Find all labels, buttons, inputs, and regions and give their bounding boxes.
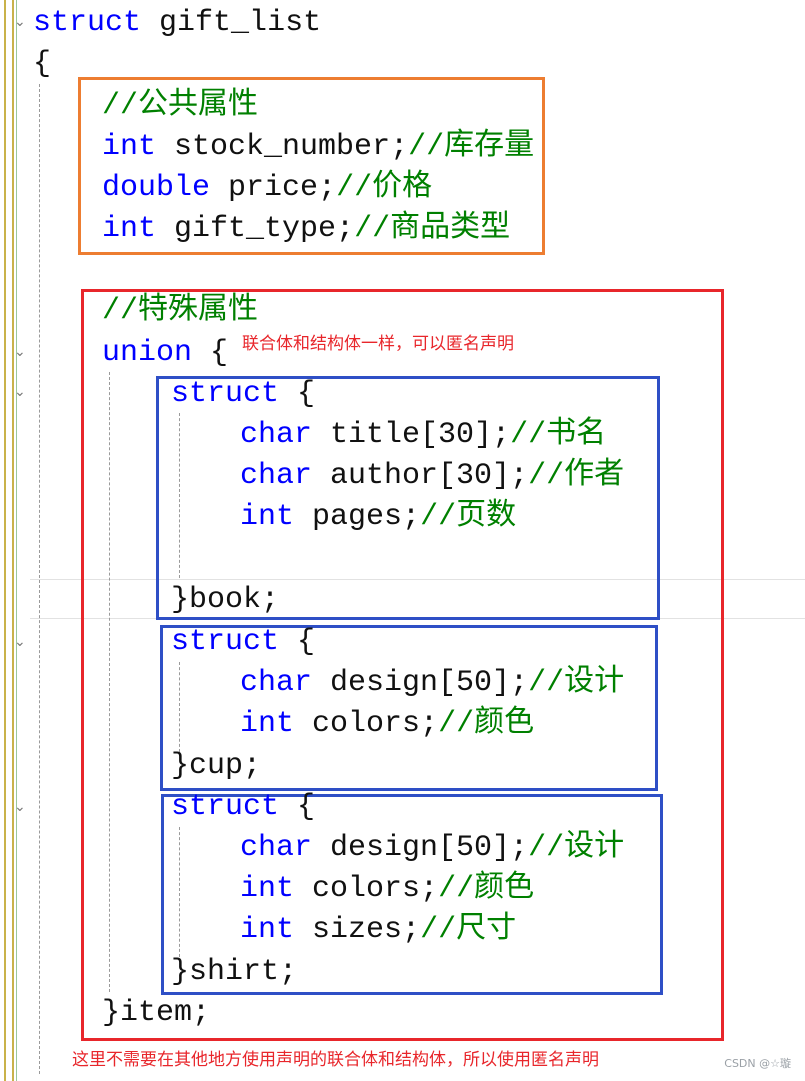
public-comment-line[interactable]: //公共属性 (102, 86, 258, 127)
cup-design-type: char (240, 666, 313, 700)
price-line[interactable]: double price;//价格 (102, 168, 432, 209)
stock-comment: //库存量 (408, 130, 535, 164)
gift-type-type: int (102, 212, 157, 246)
special-comment: //特殊属性 (102, 294, 259, 328)
stock-line[interactable]: int stock_number;//库存量 (102, 127, 534, 168)
book-close-line[interactable]: }book; (171, 580, 279, 621)
open-brace: { (33, 47, 52, 81)
bottom-anonymous-note: 这里不需要在其他地方使用声明的联合体和结构体，所以使用匿名声明 (72, 1050, 599, 1070)
union-brace: { (210, 336, 229, 370)
book-title-comment: //书名 (510, 418, 607, 452)
book-pages-type: int (240, 500, 295, 534)
shirt-design-type: char (240, 831, 313, 865)
open-brace-line[interactable]: { (33, 44, 51, 85)
stock-type: int (102, 130, 157, 164)
shirt-sizes-decl: sizes; (312, 913, 421, 947)
cup-colors-line[interactable]: int colors;//颜色 (240, 704, 534, 745)
union-anonymous-note: 联合体和结构体一样，可以匿名声明 (242, 334, 514, 354)
cup-design-comment: //设计 (528, 666, 625, 700)
book-close: }book; (171, 583, 280, 617)
public-comment: //公共属性 (102, 89, 259, 123)
shirt-close: }shirt; (171, 955, 298, 989)
book-author-line[interactable]: char author[30];//作者 (240, 456, 624, 497)
book-title-line[interactable]: char title[30];//书名 (240, 415, 606, 456)
cup-design-line[interactable]: char design[50];//设计 (240, 663, 624, 704)
shirt-struct-brace: { (297, 790, 316, 824)
special-comment-line[interactable]: //特殊属性 (102, 291, 258, 332)
shirt-sizes-comment: //尺寸 (420, 913, 517, 947)
gift-type-decl: gift_type; (174, 212, 355, 246)
shirt-design-comment: //设计 (528, 831, 625, 865)
book-title-type: char (240, 418, 313, 452)
shirt-design-decl: design[50]; (330, 831, 529, 865)
book-author-decl: author[30]; (330, 459, 529, 493)
price-decl: price; (228, 171, 337, 205)
price-type: double (102, 171, 211, 205)
fold-toggle-icon[interactable]: ⌄ (14, 344, 26, 360)
book-title-decl: title[30]; (330, 418, 511, 452)
shirt-close-line[interactable]: }shirt; (171, 952, 297, 993)
cup-colors-decl: colors; (312, 707, 439, 741)
gift-type-comment: //商品类型 (354, 212, 511, 246)
book-pages-line[interactable]: int pages;//页数 (240, 497, 516, 538)
book-struct-header-line[interactable]: struct { (171, 374, 315, 415)
union-close-line[interactable]: }item; (102, 993, 210, 1034)
book-struct-keyword: struct (171, 377, 280, 411)
price-comment: //价格 (336, 171, 433, 205)
cup-struct-brace: { (297, 625, 316, 659)
union-close: }item; (102, 996, 211, 1030)
gutter-bar-green (16, 0, 17, 1081)
cup-close: }cup; (171, 749, 262, 783)
book-pages-comment: //页数 (420, 500, 517, 534)
cup-colors-comment: //颜色 (438, 707, 535, 741)
fold-toggle-icon[interactable]: ⌄ (14, 799, 26, 815)
cup-struct-header-line[interactable]: struct { (171, 622, 315, 663)
shirt-colors-line[interactable]: int colors;//颜色 (240, 869, 534, 910)
fold-toggle-icon[interactable]: ⌄ (14, 384, 26, 400)
cup-colors-type: int (240, 707, 295, 741)
gutter-bar-left (4, 0, 6, 1081)
shirt-struct-header-line[interactable]: struct { (171, 787, 315, 828)
shirt-struct-keyword: struct (171, 790, 280, 824)
shirt-colors-comment: //颜色 (438, 872, 535, 906)
gift-type-line[interactable]: int gift_type;//商品类型 (102, 209, 510, 250)
struct-keyword: struct (33, 6, 142, 40)
cup-close-line[interactable]: }cup; (171, 746, 261, 787)
fold-toggle-icon[interactable]: ⌄ (14, 634, 26, 650)
union-keyword: union (102, 336, 193, 370)
book-struct-brace: { (297, 377, 316, 411)
cup-struct-keyword: struct (171, 625, 280, 659)
fold-toggle-icon[interactable]: ⌄ (14, 14, 26, 30)
indent-guide (39, 84, 40, 1074)
shirt-colors-decl: colors; (312, 872, 439, 906)
struct-header-line[interactable]: struct gift_list (33, 3, 321, 44)
shirt-sizes-line[interactable]: int sizes;//尺寸 (240, 910, 516, 951)
shirt-design-line[interactable]: char design[50];//设计 (240, 828, 624, 869)
cup-design-decl: design[50]; (330, 666, 529, 700)
book-author-type: char (240, 459, 313, 493)
shirt-colors-type: int (240, 872, 295, 906)
struct-name: gift_list (159, 6, 322, 40)
union-header-line[interactable]: union { (102, 333, 228, 374)
csdn-watermark: CSDN @☆璇 (724, 1057, 791, 1070)
gutter-bar-right (12, 0, 14, 1081)
book-author-comment: //作者 (528, 459, 625, 493)
shirt-sizes-type: int (240, 913, 295, 947)
stock-decl: stock_number; (174, 130, 409, 164)
book-pages-decl: pages; (312, 500, 421, 534)
